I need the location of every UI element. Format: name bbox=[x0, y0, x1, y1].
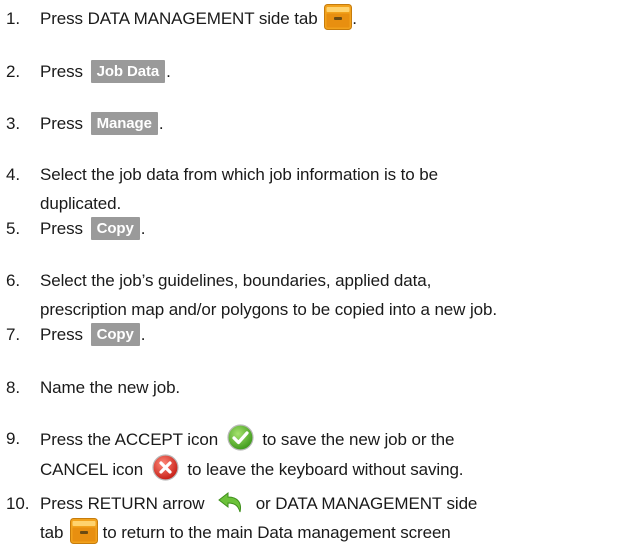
step-number: 9. bbox=[6, 429, 20, 448]
step-text: tab bbox=[40, 523, 64, 542]
accept-check-icon bbox=[227, 424, 254, 451]
step-text-end: . bbox=[352, 9, 357, 28]
step-number: 6. bbox=[6, 271, 20, 290]
step-text-end: . bbox=[140, 219, 146, 238]
step-text-end: . bbox=[166, 62, 171, 81]
return-arrow-icon bbox=[218, 491, 242, 513]
step-text: to return to the main Data management sc… bbox=[102, 523, 451, 542]
step-number: 10. bbox=[6, 494, 30, 513]
step-number: 3. bbox=[6, 114, 20, 133]
step-text-line-1: Select the job’s guidelines, boundaries,… bbox=[40, 271, 432, 290]
step-text: Press the ACCEPT icon bbox=[40, 430, 219, 449]
step-text: to save the new job or the bbox=[262, 430, 455, 449]
job-data-button: Job Data bbox=[90, 60, 166, 83]
step-text: Press bbox=[40, 325, 83, 344]
instruction-list: 1. Press DATA MANAGEMENT side tab . 2. P… bbox=[0, 0, 644, 556]
step-text: Press RETURN arrow bbox=[40, 494, 205, 513]
step-text: to leave the keyboard without saving. bbox=[187, 460, 464, 479]
step-number: 4. bbox=[6, 165, 20, 184]
step-text: Press bbox=[40, 114, 83, 133]
step-text-line-1: Select the job data from which job infor… bbox=[40, 165, 438, 184]
step-text: CANCEL icon bbox=[40, 460, 144, 479]
step-number: 2. bbox=[6, 62, 20, 81]
step-text: Press bbox=[40, 219, 83, 238]
step-text: Name the new job. bbox=[40, 378, 181, 397]
step-number: 1. bbox=[6, 9, 20, 28]
manage-button: Manage bbox=[90, 112, 158, 135]
data-management-tab-icon bbox=[324, 4, 353, 30]
step-text-end: . bbox=[140, 325, 146, 344]
copy-button: Copy bbox=[90, 217, 140, 240]
copy-button: Copy bbox=[90, 323, 140, 346]
step-text: Press bbox=[40, 62, 83, 81]
step-text: Press DATA MANAGEMENT side tab bbox=[40, 9, 318, 28]
step-number: 8. bbox=[6, 378, 20, 397]
data-management-tab-icon bbox=[69, 518, 98, 544]
step-number: 7. bbox=[6, 325, 20, 344]
step-number: 5. bbox=[6, 219, 20, 238]
cancel-x-icon bbox=[152, 454, 179, 481]
step-text: or DATA MANAGEMENT side bbox=[255, 494, 478, 513]
step-text-end: . bbox=[158, 114, 164, 133]
